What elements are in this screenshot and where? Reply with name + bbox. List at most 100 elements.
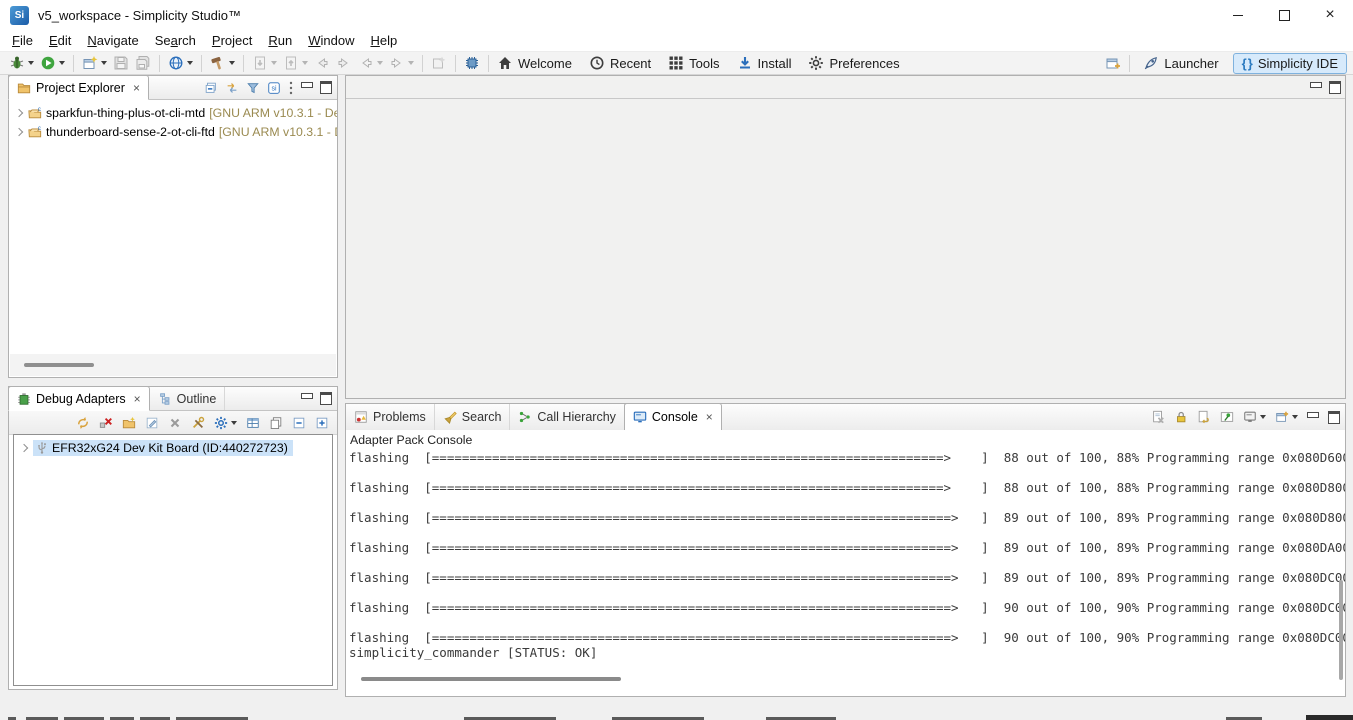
expand-all-icon[interactable] [315,416,329,430]
close-icon[interactable]: × [706,410,713,424]
selected-adapter[interactable]: EFR32xG24 Dev Kit Board (ID:440272723) [33,440,293,456]
back-button[interactable] [356,54,385,72]
preferences-button[interactable]: Preferences [806,54,901,72]
dropdown-icon[interactable] [231,421,237,425]
expander-icon[interactable] [20,443,28,451]
maximize-view-icon[interactable] [320,81,332,94]
maximize-button[interactable] [1261,0,1307,30]
dropdown-icon[interactable] [101,61,107,65]
dropdown-icon[interactable] [271,61,277,65]
minimize-view-icon[interactable] [301,393,313,399]
delete-icon[interactable] [168,416,182,430]
scrollbar-thumb[interactable] [361,677,621,681]
dropdown-icon[interactable] [59,61,65,65]
flash-programmer-button[interactable] [462,54,482,72]
dropdown-icon[interactable] [1292,415,1298,419]
menu-help[interactable]: Help [362,31,405,50]
dropdown-icon[interactable] [28,61,34,65]
filter-icon[interactable] [246,81,260,95]
close-icon[interactable]: × [134,392,141,406]
dropdown-icon[interactable] [187,61,193,65]
new-group-icon[interactable] [122,416,136,430]
menu-file[interactable]: File [4,31,41,50]
dropdown-icon[interactable] [302,61,308,65]
browser-button[interactable] [166,54,195,72]
copy-view-icon[interactable] [269,416,283,430]
console-line: flashing [==============================… [349,570,1345,585]
build-button[interactable] [208,54,237,72]
si-view-icon[interactable]: si [267,81,281,95]
menu-run[interactable]: Run [260,31,300,50]
new-button[interactable] [80,54,109,72]
rename-icon[interactable] [145,416,159,430]
scroll-lock-icon[interactable] [1174,410,1188,424]
dropdown-icon[interactable] [377,61,383,65]
menu-project[interactable]: Project [204,31,260,50]
close-button[interactable]: × [1307,0,1353,30]
device-config-icon[interactable] [191,416,205,430]
save-all-button[interactable] [133,54,153,72]
tools-button[interactable]: Tools [666,54,721,72]
clear-console-icon[interactable] [1151,410,1165,424]
simplicity-ide-perspective-button[interactable]: { } Simplicity IDE [1233,53,1347,74]
adapter-settings-button[interactable] [214,416,237,430]
debug-adapter-item[interactable]: EFR32xG24 Dev Kit Board (ID:440272723) [14,438,332,457]
minimize-button[interactable] [1215,0,1261,30]
install-button[interactable]: Install [735,54,794,72]
table-view-icon[interactable] [246,416,260,430]
open-console-button[interactable] [1275,410,1298,424]
commit-button[interactable] [250,54,279,72]
save-button[interactable] [111,54,131,72]
close-icon[interactable]: × [133,81,140,95]
tab-call-hierarchy[interactable]: Call Hierarchy [510,404,625,430]
tab-project-explorer[interactable]: Project Explorer × [8,75,149,100]
maximize-view-icon[interactable] [1328,411,1340,424]
back-annotation-button[interactable] [312,54,332,72]
console-text[interactable]: flashing [==============================… [346,450,1345,660]
debug-button[interactable] [7,54,36,72]
pin-console-icon[interactable] [1220,410,1234,424]
scrollbar-thumb[interactable] [24,363,94,367]
project-tree-item[interactable]: cthunderboard-sense-2-ot-cli-ftd[GNU ARM… [9,122,337,141]
display-console-button[interactable] [1243,410,1266,424]
menu-navigate[interactable]: Navigate [79,31,146,50]
link-editor-button[interactable] [429,54,449,72]
tab-search[interactable]: Search [435,404,511,430]
run-button[interactable] [38,54,67,72]
vertical-scrollbar-thumb[interactable] [1339,580,1343,680]
forward-annotation-button[interactable] [334,54,354,72]
collapse-all-icon[interactable] [204,81,218,95]
word-wrap-icon[interactable] [1197,410,1211,424]
launcher-perspective-button[interactable]: Launcher [1135,53,1226,73]
project-tree-item[interactable]: csparkfun-thing-plus-ot-cli-mtd[GNU ARM … [9,103,337,122]
connect-refresh-icon[interactable] [76,416,90,430]
collapse-all-icon[interactable] [292,416,306,430]
maximize-view-icon[interactable] [1329,81,1341,94]
disconnect-icon[interactable] [99,416,113,430]
dropdown-icon[interactable] [229,61,235,65]
expander-icon[interactable] [15,127,23,135]
menu-edit[interactable]: Edit [41,31,79,50]
tab-outline[interactable]: Outline [150,387,226,410]
view-menu-icon[interactable] [288,81,294,95]
forward-button[interactable] [387,54,416,72]
rocket-icon [1143,55,1159,71]
welcome-button[interactable]: Welcome [495,54,574,72]
menu-search[interactable]: Search [147,31,204,50]
horizontal-scrollbar[interactable] [10,354,336,376]
tab-problems[interactable]: Problems [346,404,435,430]
expander-icon[interactable] [15,108,23,116]
maximize-view-icon[interactable] [320,392,332,405]
minimize-view-icon[interactable] [1310,82,1322,88]
recent-button[interactable]: Recent [587,54,653,72]
open-perspective-button[interactable] [1103,54,1123,72]
dropdown-icon[interactable] [1260,415,1266,419]
tab-console[interactable]: Console × [624,403,722,431]
link-with-editor-icon[interactable] [225,81,239,95]
minimize-view-icon[interactable] [301,82,313,88]
dropdown-icon[interactable] [408,61,414,65]
minimize-view-icon[interactable] [1307,412,1319,418]
update-button[interactable] [281,54,310,72]
tab-debug-adapters[interactable]: Debug Adapters × [8,386,150,411]
menu-window[interactable]: Window [300,31,362,50]
